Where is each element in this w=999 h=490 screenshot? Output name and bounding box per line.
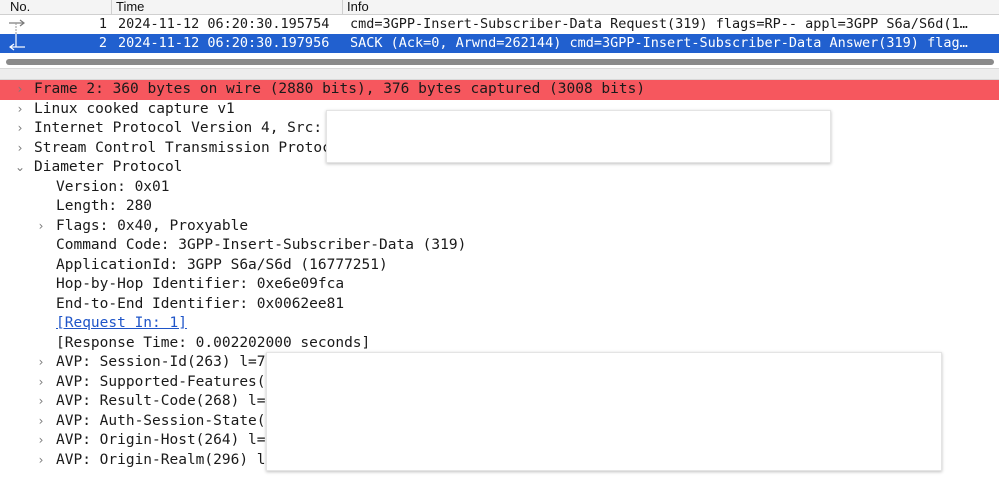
packet-time: 2024-11-12 06:20:30.197956 bbox=[118, 35, 330, 51]
field-label: [Response Time: 0.002202000 seconds] bbox=[56, 334, 371, 351]
packet-number: 1 bbox=[98, 16, 107, 32]
avp-label: AVP: Result-Code(268) l=1 bbox=[56, 393, 275, 409]
chevron-right-icon[interactable]: › bbox=[14, 119, 26, 139]
redaction-box bbox=[266, 352, 942, 471]
response-arrow-icon bbox=[9, 34, 25, 51]
request-in-link[interactable]: [Request In: 1] bbox=[56, 314, 187, 334]
tree-item-label: Diameter Protocol bbox=[34, 159, 183, 175]
field-end-to-end[interactable]: End-to-End Identifier: 0x0062ee81 bbox=[0, 295, 999, 315]
avp-label: AVP: Session-Id(263) l=71 bbox=[56, 354, 275, 370]
packet-info: SACK (Ack=0, Arwnd=262144) cmd=3GPP-Inse… bbox=[350, 35, 968, 51]
chevron-right-icon[interactable]: › bbox=[14, 139, 26, 159]
chevron-right-icon[interactable]: › bbox=[14, 100, 26, 120]
field-command-code[interactable]: Command Code: 3GPP-Insert-Subscriber-Dat… bbox=[0, 236, 999, 256]
packet-number: 2 bbox=[98, 35, 107, 51]
column-header-time[interactable]: Time bbox=[112, 0, 343, 14]
tree-item-label: Frame 2: 360 bytes on wire (2880 bits), … bbox=[34, 81, 646, 97]
pane-splitter[interactable] bbox=[0, 68, 999, 80]
chevron-right-icon[interactable]: › bbox=[35, 412, 47, 432]
tree-item-frame[interactable]: › Frame 2: 360 bytes on wire (2880 bits)… bbox=[0, 80, 999, 100]
redaction-box bbox=[326, 110, 831, 163]
field-label: End-to-End Identifier: 0x0062ee81 bbox=[56, 295, 345, 312]
chevron-right-icon[interactable]: › bbox=[35, 353, 47, 373]
field-label: Hop-by-Hop Identifier: 0xe6e09fca bbox=[56, 276, 345, 292]
chevron-right-icon[interactable]: › bbox=[35, 431, 47, 451]
chevron-right-icon[interactable]: › bbox=[35, 451, 47, 471]
chevron-right-icon[interactable]: › bbox=[35, 217, 47, 237]
field-application-id[interactable]: ApplicationId: 3GPP S6a/S6d (16777251) bbox=[0, 256, 999, 276]
field-hop-by-hop[interactable]: Hop-by-Hop Identifier: 0xe6e09fca bbox=[0, 275, 999, 295]
field-label: ApplicationId: 3GPP S6a/S6d (16777251) bbox=[56, 256, 388, 273]
column-header-no[interactable]: No. bbox=[0, 0, 112, 14]
list-spacer bbox=[0, 53, 999, 58]
packet-time: 2024-11-12 06:20:30.195754 bbox=[118, 16, 330, 32]
chevron-right-icon[interactable]: › bbox=[35, 392, 47, 412]
chevron-down-icon[interactable]: ⌄ bbox=[14, 158, 26, 178]
field-label: Version: 0x01 bbox=[56, 178, 170, 195]
column-header-info[interactable]: Info bbox=[343, 0, 999, 14]
packet-row[interactable]: 1 2024-11-12 06:20:30.195754 cmd=3GPP-In… bbox=[0, 15, 999, 34]
field-version[interactable]: Version: 0x01 bbox=[0, 178, 999, 198]
chevron-right-icon[interactable]: › bbox=[35, 373, 47, 393]
field-length[interactable]: Length: 280 bbox=[0, 197, 999, 217]
horizontal-scrollbar[interactable] bbox=[6, 59, 994, 65]
field-request-in[interactable]: [Request In: 1] bbox=[0, 314, 999, 334]
tree-item-label: Linux cooked capture v1 bbox=[34, 100, 235, 117]
field-label: Command Code: 3GPP-Insert-Subscriber-Dat… bbox=[56, 237, 467, 253]
avp-label: AVP: Origin-Realm(296) l= bbox=[56, 451, 275, 468]
field-label: Length: 280 bbox=[56, 198, 153, 214]
tree-item-label: Internet Protocol Version 4, Src: i bbox=[34, 120, 340, 136]
tree-item-label: Stream Control Transmission Protoco bbox=[34, 139, 340, 156]
request-arrow-icon bbox=[9, 19, 25, 34]
avp-label: AVP: Origin-Host(264) l=6 bbox=[56, 432, 275, 448]
chevron-right-icon[interactable]: › bbox=[14, 80, 26, 100]
avp-label: AVP: Supported-Features(6 bbox=[56, 373, 275, 390]
packet-list-header: No. Time Info bbox=[0, 0, 999, 15]
field-label: Flags: 0x40, Proxyable bbox=[56, 217, 249, 234]
tree-item-flags[interactable]: › Flags: 0x40, Proxyable bbox=[0, 217, 999, 237]
field-response-time[interactable]: [Response Time: 0.002202000 seconds] bbox=[0, 334, 999, 354]
packet-info: cmd=3GPP-Insert-Subscriber-Data Request(… bbox=[350, 16, 968, 32]
avp-label: AVP: Auth-Session-State(2 bbox=[56, 412, 275, 429]
packet-row-selected[interactable]: 2 2024-11-12 06:20:30.197956 SACK (Ack=0… bbox=[0, 34, 999, 53]
